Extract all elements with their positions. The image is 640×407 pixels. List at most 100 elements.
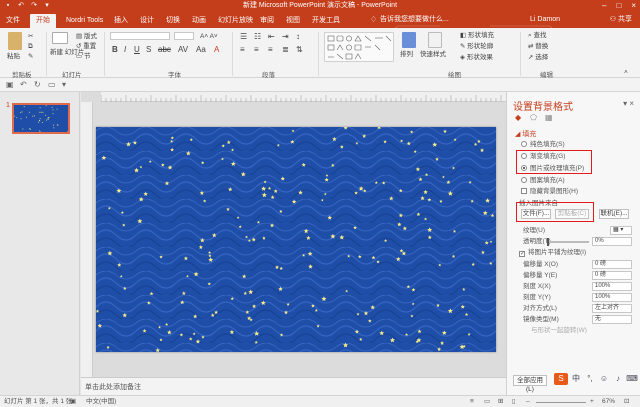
- fill-bucket-icon[interactable]: ◆: [515, 113, 524, 122]
- fit-to-window-icon[interactable]: ⊡: [624, 398, 629, 406]
- reset-button[interactable]: ↺ 重置: [76, 42, 96, 51]
- customize-icon[interactable]: ▾: [62, 80, 66, 89]
- shape-effects-button[interactable]: ◈ 形状效果: [460, 53, 493, 62]
- underline-icon[interactable]: U: [134, 45, 140, 54]
- hide-bg-graphics-option[interactable]: 隐藏背景图形(H): [521, 187, 578, 196]
- texture-picker[interactable]: ▦ ▾: [610, 226, 632, 235]
- save-icon[interactable]: ▣: [6, 80, 14, 89]
- effects-icon[interactable]: ⬠: [530, 113, 539, 122]
- normal-view-icon[interactable]: ▭: [484, 398, 490, 406]
- rotate-with-shape-option[interactable]: 与形状一起旋转(W): [531, 326, 587, 335]
- mirror-type-select[interactable]: 无: [592, 315, 632, 324]
- shadow-icon[interactable]: S: [146, 45, 151, 54]
- layout-button[interactable]: ▤ 版式: [76, 32, 97, 41]
- alignment-select[interactable]: 左上对齐: [592, 304, 632, 313]
- slide-thumbnail[interactable]: [12, 103, 70, 134]
- cut-icon[interactable]: ✂: [28, 32, 33, 41]
- font-family-select[interactable]: [110, 32, 170, 41]
- notes-pane[interactable]: 单击此处添加备注: [81, 377, 506, 395]
- arrange-label[interactable]: 排列: [400, 50, 413, 59]
- font-size-select[interactable]: [174, 32, 194, 41]
- align-right-icon[interactable]: ≡: [268, 45, 273, 54]
- ime-mode-icon[interactable]: 中: [570, 373, 582, 385]
- apply-to-all-button[interactable]: 全部应用(L): [513, 375, 547, 393]
- user-account[interactable]: Li Damon: [530, 14, 560, 26]
- copy-icon[interactable]: ⧉: [28, 42, 33, 51]
- text-direction-icon[interactable]: ⇅: [296, 45, 303, 54]
- language-indicator[interactable]: 中文(中国): [86, 398, 116, 406]
- justify-icon[interactable]: ≣: [282, 45, 289, 54]
- sogou-logo-icon[interactable]: S: [554, 373, 568, 385]
- tab-review[interactable]: 审阅: [254, 14, 280, 28]
- decrease-indent-icon[interactable]: ⇤: [268, 32, 275, 41]
- bold-icon[interactable]: B: [112, 45, 118, 54]
- maximize-button[interactable]: □: [616, 0, 621, 12]
- zoom-level[interactable]: 67%: [602, 398, 615, 406]
- tab-transitions[interactable]: 切换: [160, 14, 186, 28]
- tab-home[interactable]: 开始: [30, 14, 56, 28]
- transparency-slider[interactable]: [547, 238, 589, 246]
- section-button[interactable]: ▭ 节: [76, 52, 90, 61]
- offset-y-input[interactable]: 0 磅: [592, 271, 632, 280]
- ime-voice-icon[interactable]: ♪: [612, 373, 624, 385]
- fill-section-header[interactable]: ◢ 填充: [515, 129, 536, 139]
- ime-emoji-icon[interactable]: ☺: [598, 373, 610, 385]
- find-button[interactable]: ⌕ 查找: [528, 31, 546, 40]
- align-left-icon[interactable]: ≡: [240, 45, 245, 54]
- tab-insert[interactable]: 插入: [108, 14, 134, 28]
- redo-icon[interactable]: ↻: [34, 80, 41, 89]
- scale-x-input[interactable]: 100%: [592, 282, 632, 291]
- tab-view[interactable]: 视图: [280, 14, 306, 28]
- paste-icon[interactable]: [8, 32, 22, 50]
- tab-developer[interactable]: 开发工具: [306, 14, 346, 28]
- tab-animations[interactable]: 动画: [186, 14, 212, 28]
- picture-icon[interactable]: ▦: [545, 113, 554, 122]
- tab-file[interactable]: 文件: [0, 14, 28, 28]
- notes-toggle-icon[interactable]: ≡: [470, 398, 474, 406]
- share-button[interactable]: ⚇ 共享: [610, 14, 632, 26]
- zoom-in-icon[interactable]: +: [590, 398, 594, 406]
- reading-view-icon[interactable]: ▯: [512, 398, 516, 406]
- line-spacing-icon[interactable]: ↕: [296, 32, 300, 41]
- numbering-icon[interactable]: ☷: [254, 32, 261, 41]
- font-color-icon[interactable]: A: [214, 45, 219, 54]
- format-painter-icon[interactable]: ✎: [28, 52, 33, 61]
- tell-me-search[interactable]: ♢ 告诉我您想要做什么...: [368, 14, 449, 26]
- transparency-input[interactable]: 0%: [592, 237, 632, 246]
- online-button[interactable]: 联机(E)...: [599, 209, 629, 219]
- align-center-icon[interactable]: ≡: [254, 45, 259, 54]
- zoom-slider[interactable]: [536, 402, 586, 403]
- quick-styles-icon[interactable]: [428, 32, 442, 48]
- tab-design[interactable]: 设计: [134, 14, 160, 28]
- tile-picture-option[interactable]: ✓ 将图片平铺为纹理(I): [519, 248, 586, 257]
- strikethrough-icon[interactable]: abc: [158, 45, 171, 54]
- shape-outline-button[interactable]: ✎ 形状轮廓: [460, 42, 493, 51]
- close-button[interactable]: ×: [631, 0, 636, 12]
- tab-slideshow[interactable]: 幻灯片放映: [212, 14, 259, 28]
- bullets-icon[interactable]: ☰: [240, 32, 247, 41]
- offset-x-input[interactable]: 0 磅: [592, 260, 632, 269]
- new-slide-icon[interactable]: [52, 32, 68, 44]
- minimize-button[interactable]: –: [602, 0, 606, 12]
- increase-indent-icon[interactable]: ⇥: [282, 32, 289, 41]
- change-case-icon[interactable]: Aa: [196, 45, 206, 54]
- slide-canvas[interactable]: [96, 127, 496, 352]
- tab-nordri-tools[interactable]: Nordri Tools: [60, 14, 109, 28]
- start-slideshow-icon[interactable]: ▭: [48, 80, 56, 89]
- quick-styles-label[interactable]: 快速样式: [420, 50, 446, 59]
- close-pane-button[interactable]: ▾ ×: [623, 99, 634, 108]
- arrange-icon[interactable]: [402, 32, 416, 48]
- shape-fill-button[interactable]: ◧ 形状填充: [460, 31, 494, 40]
- select-button[interactable]: ➚ 选择: [528, 53, 548, 62]
- grow-font-icon[interactable]: A˄ A˅: [200, 32, 218, 41]
- char-spacing-icon[interactable]: AV: [178, 45, 188, 54]
- undo-icon[interactable]: ↶: [20, 80, 27, 89]
- scale-y-input[interactable]: 100%: [592, 293, 632, 302]
- shapes-gallery[interactable]: [324, 32, 394, 62]
- replace-button[interactable]: ⇄ 替换: [528, 42, 548, 51]
- ime-keyboard-icon[interactable]: ⌨: [626, 373, 638, 385]
- italic-icon[interactable]: I: [124, 45, 126, 54]
- solid-fill-option[interactable]: 纯色填充(S): [521, 140, 565, 149]
- spellcheck-icon[interactable]: ▣: [70, 398, 76, 406]
- pattern-fill-option[interactable]: 图案填充(A): [521, 176, 565, 185]
